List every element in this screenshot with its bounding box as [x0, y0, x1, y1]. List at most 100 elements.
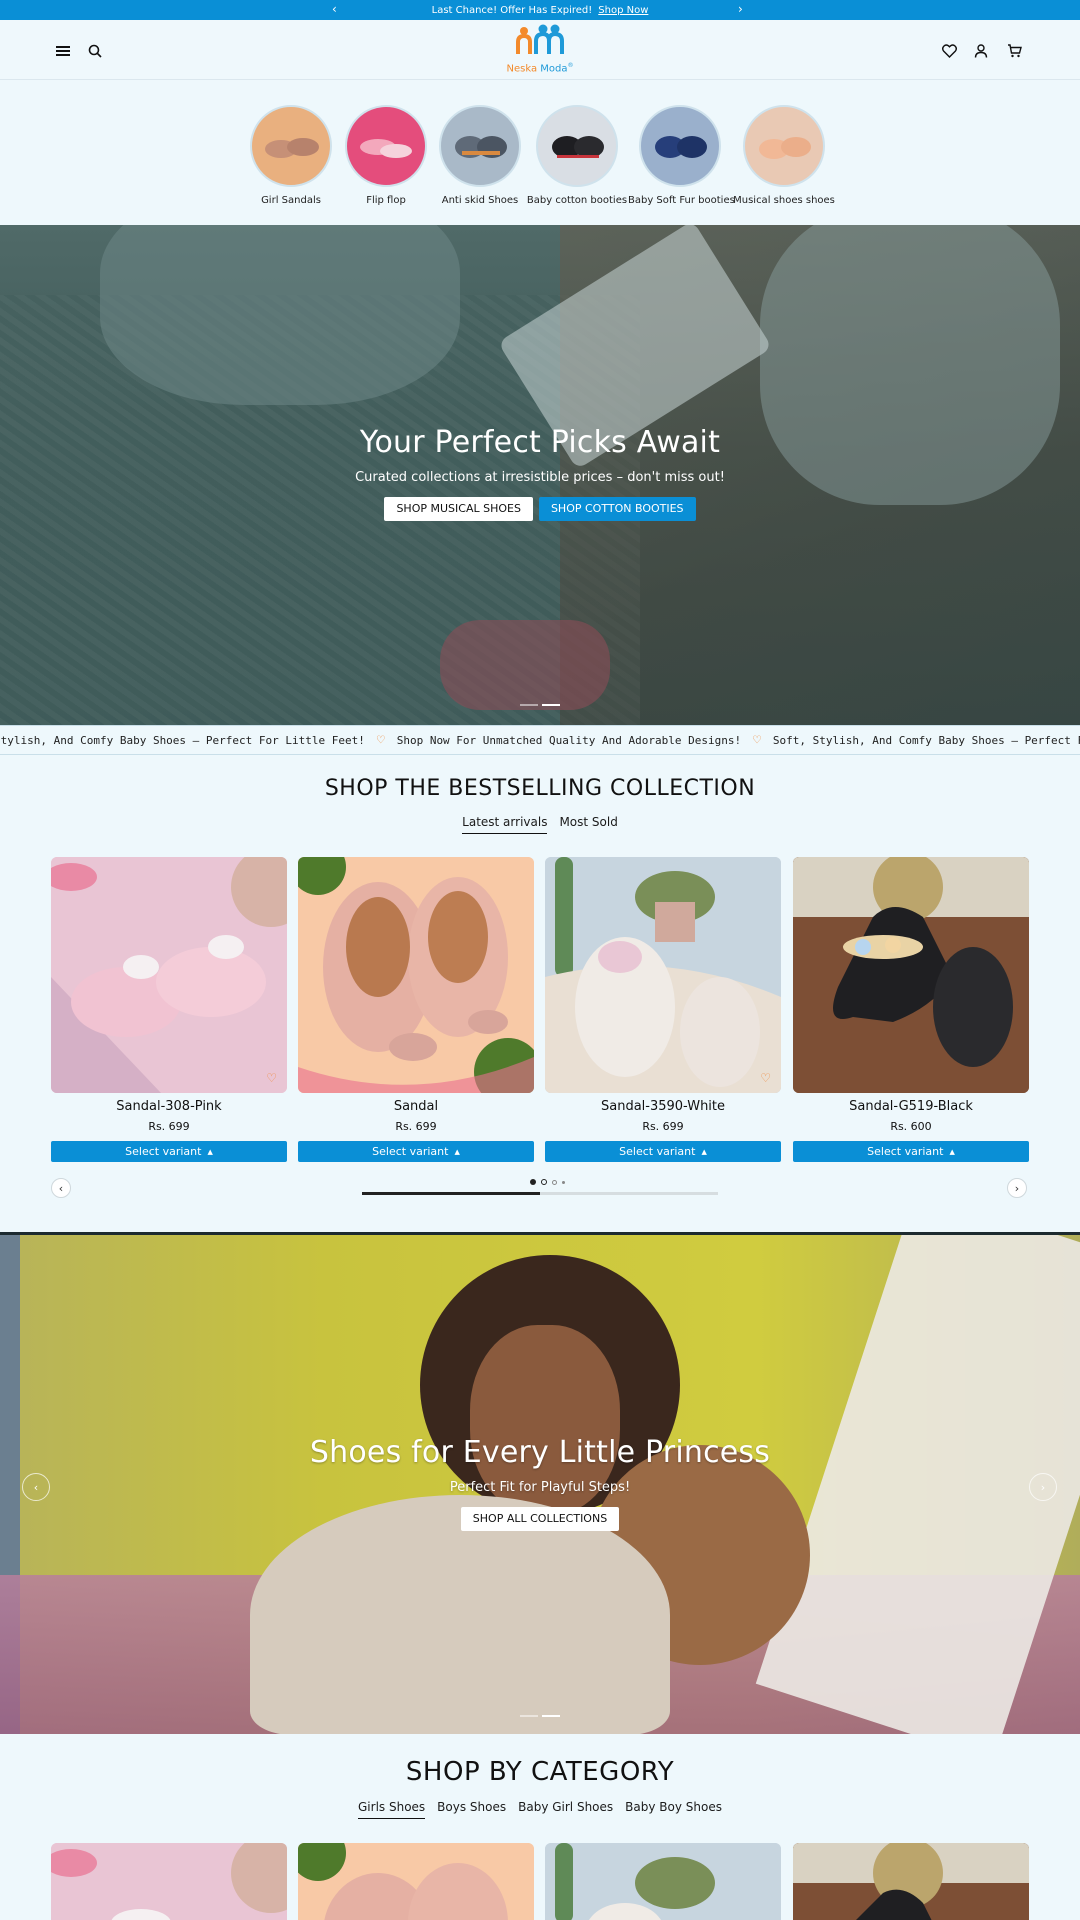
hero-1-title: Your Perfect Picks Await — [359, 425, 721, 460]
category-bubble-cotton-booties[interactable]: Baby cotton booties — [525, 105, 629, 206]
category-bubble-musical-shoes[interactable]: Musical shoes shoes — [732, 105, 836, 206]
chevron-left-icon: ‹ — [58, 1181, 64, 1195]
product-image[interactable]: ♡ — [545, 857, 781, 1093]
category-bubble-girl-sandals[interactable]: Girl Sandals — [239, 105, 343, 206]
hero-banner-1: Your Perfect Picks Await Curated collect… — [0, 225, 1080, 725]
hero-1-dot-active[interactable] — [542, 704, 560, 706]
hero-2-prev-button[interactable]: ‹ — [22, 1473, 50, 1501]
announcement-text: Last Chance! Offer Has Expired! — [431, 4, 593, 16]
hero-image-child — [100, 225, 460, 405]
hero-1-content: Your Perfect Picks Await Curated collect… — [0, 425, 1080, 521]
product-card[interactable]: Sandal Rs. 699 Select variant ▲ — [298, 857, 534, 1162]
category-image — [439, 105, 521, 187]
category-image — [639, 105, 721, 187]
hero-2-dot[interactable] — [520, 1715, 538, 1717]
carousel-next-button[interactable]: › — [1007, 1178, 1027, 1198]
tab-most-sold[interactable]: Most Sold — [559, 815, 617, 834]
tab-latest-arrivals[interactable]: Latest arrivals — [462, 815, 548, 834]
hero-2-dot-active[interactable] — [542, 1715, 560, 1717]
hero-1-dot[interactable] — [520, 704, 538, 706]
product-name[interactable]: Sandal-308-Pink — [51, 1099, 287, 1114]
product-card[interactable]: Sandal-G519-Black Rs. 600 Select variant… — [793, 857, 1029, 1162]
product-name[interactable]: Sandal-3590-White — [545, 1099, 781, 1114]
category-bubble-anti-skid[interactable]: Anti skid Shoes — [428, 105, 532, 206]
hero-1-pagination — [0, 704, 1080, 706]
category-image — [345, 105, 427, 187]
tab-baby-boy-shoes[interactable]: Baby Boy Shoes — [625, 1800, 722, 1819]
product-image[interactable] — [298, 857, 534, 1093]
product-image[interactable]: ♡ — [51, 857, 287, 1093]
logo-mark-icon — [516, 24, 564, 54]
carousel-progress-fill — [362, 1192, 540, 1195]
shop-by-category-tabs: Girls Shoes Boys Shoes Baby Girl Shoes B… — [0, 1800, 1080, 1819]
select-variant-button[interactable]: Select variant ▲ — [793, 1141, 1029, 1162]
wishlist-heart-icon[interactable]: ♡ — [266, 1071, 277, 1085]
category-image — [250, 105, 332, 187]
product-price: Rs. 699 — [395, 1120, 437, 1133]
category-label: Musical shoes shoes — [733, 195, 835, 206]
carousel-progress-bar — [362, 1192, 718, 1195]
account-icon[interactable] — [972, 42, 990, 60]
product-price: Rs. 600 — [890, 1120, 932, 1133]
chevron-right-icon: › — [1040, 1480, 1046, 1494]
page-dot[interactable] — [541, 1179, 547, 1185]
hero-banner-2: Shoes for Every Little Princess Perfect … — [0, 1232, 1080, 1734]
shop-all-collections-button[interactable]: SHOP ALL COLLECTIONS — [460, 1507, 620, 1531]
product-name[interactable]: Sandal-G519-Black — [793, 1099, 1029, 1114]
product-image[interactable] — [793, 857, 1029, 1093]
category-product-image[interactable] — [298, 1843, 534, 1920]
category-product-image[interactable] — [793, 1843, 1029, 1920]
page-dot[interactable] — [562, 1180, 565, 1184]
announcement-shop-link[interactable]: Shop Now — [598, 5, 648, 16]
product-price: Rs. 699 — [148, 1120, 190, 1133]
shop-musical-shoes-button[interactable]: SHOP MUSICAL SHOES — [384, 497, 533, 521]
announcement-prev-icon[interactable]: ‹ — [332, 2, 337, 16]
tab-boys-shoes[interactable]: Boys Shoes — [437, 1800, 506, 1819]
category-image — [536, 105, 618, 187]
tab-girls-shoes[interactable]: Girls Shoes — [358, 1800, 426, 1819]
caret-up-icon: ▲ — [454, 1147, 460, 1156]
shop-cotton-booties-button[interactable]: SHOP COTTON BOOTIES — [538, 497, 696, 521]
select-variant-button[interactable]: Select variant ▲ — [298, 1141, 534, 1162]
chevron-right-icon: › — [1014, 1181, 1020, 1195]
site-header: Neska Moda® — [0, 20, 1080, 80]
product-price: Rs. 699 — [642, 1120, 684, 1133]
hero-2-title: Shoes for Every Little Princess — [309, 1435, 771, 1470]
page-dot[interactable] — [552, 1179, 557, 1185]
search-icon[interactable] — [86, 42, 104, 60]
wishlist-icon[interactable] — [940, 42, 958, 60]
carousel-prev-button[interactable]: ‹ — [51, 1178, 71, 1198]
hero-2-content: Shoes for Every Little Princess Perfect … — [0, 1435, 1080, 1531]
marquee-item: Soft, Stylish, And Comfy Baby Shoes – Pe… — [772, 733, 1080, 747]
category-product-image[interactable] — [545, 1843, 781, 1920]
category-product-image[interactable] — [51, 1843, 287, 1920]
page-dot-active[interactable] — [530, 1179, 536, 1185]
tab-baby-girl-shoes[interactable]: Baby Girl Shoes — [518, 1800, 613, 1819]
chevron-left-icon: ‹ — [33, 1480, 39, 1494]
category-image — [743, 105, 825, 187]
bestselling-tabs: Latest arrivals Most Sold — [0, 815, 1080, 834]
category-label: Flip flop — [366, 195, 406, 206]
announcement-next-icon[interactable]: › — [738, 2, 743, 16]
select-variant-button[interactable]: Select variant ▲ — [545, 1141, 781, 1162]
product-card[interactable]: ♡ Sandal-3590-White Rs. 699 Select varia… — [545, 857, 781, 1162]
hero-2-next-button[interactable]: › — [1029, 1473, 1057, 1501]
product-name[interactable]: Sandal — [298, 1099, 534, 1114]
cart-icon[interactable] — [1005, 42, 1023, 60]
marquee-item: Stylish, And Comfy Baby Shoes – Perfect … — [0, 733, 365, 747]
announcement-bar: ‹ Last Chance! Offer Has Expired! Shop N… — [0, 0, 1080, 20]
site-logo[interactable]: Neska Moda® — [500, 24, 580, 78]
category-bubble-flip-flop[interactable]: Flip flop — [334, 105, 438, 206]
caret-up-icon: ▲ — [701, 1147, 707, 1156]
wishlist-heart-icon[interactable]: ♡ — [760, 1071, 771, 1085]
carousel-pagination — [530, 1179, 565, 1185]
hero-1-subtitle: Curated collections at irresistible pric… — [355, 470, 725, 485]
heart-icon: ♡ — [376, 732, 385, 748]
category-bubble-soft-fur-booties[interactable]: Baby Soft Fur booties — [628, 105, 735, 206]
product-card[interactable]: ♡ Sandal-308-Pink Rs. 699 Select variant… — [51, 857, 287, 1162]
marquee-strip: Stylish, And Comfy Baby Shoes – Perfect … — [0, 725, 1080, 755]
marquee-item: Shop Now For Unmatched Quality And Adora… — [396, 733, 742, 747]
select-variant-button[interactable]: Select variant ▲ — [51, 1141, 287, 1162]
caret-up-icon: ▲ — [207, 1147, 213, 1156]
menu-icon[interactable] — [54, 42, 72, 60]
